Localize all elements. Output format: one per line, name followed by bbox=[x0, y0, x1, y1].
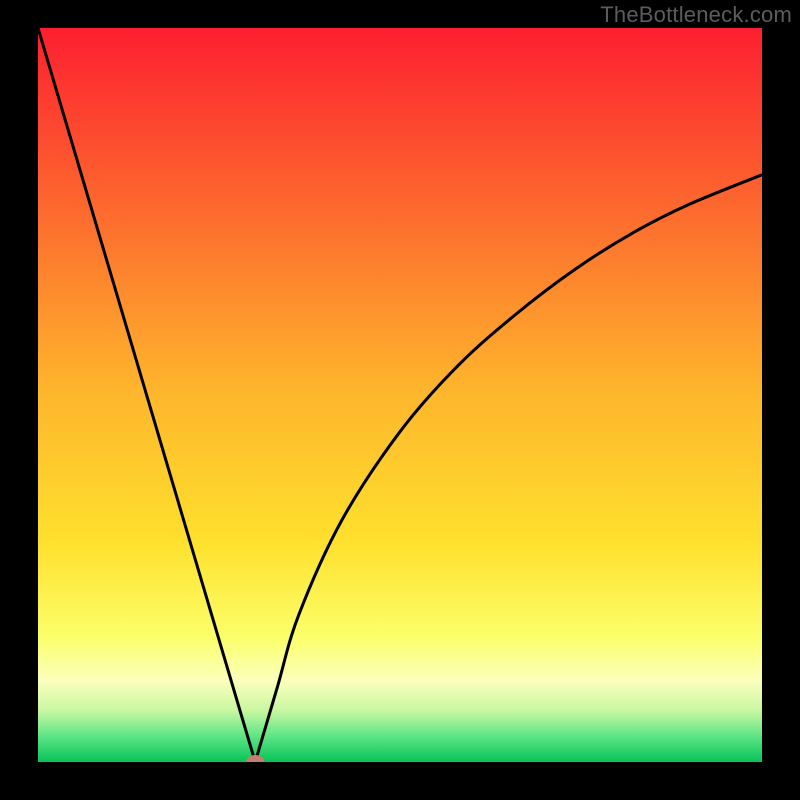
watermark-text: TheBottleneck.com bbox=[600, 2, 792, 28]
bottleneck-chart bbox=[38, 28, 762, 762]
plot-area bbox=[38, 28, 762, 762]
chart-frame: TheBottleneck.com bbox=[0, 0, 800, 800]
